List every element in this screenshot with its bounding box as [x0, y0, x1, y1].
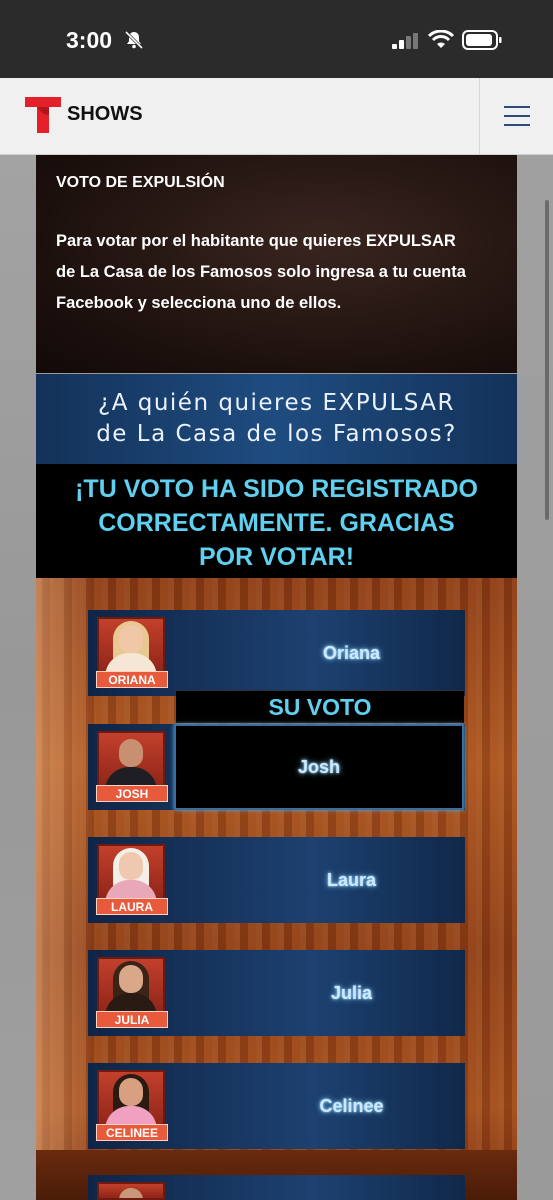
- contestant-tag: LAURA: [96, 898, 168, 915]
- photo-face: [119, 1078, 143, 1106]
- vote-confirmation: ¡TU VOTO HA SIDO REGISTRADO CORRECTAMENT…: [36, 464, 517, 578]
- vote-info-title: VOTO DE EXPULSIÓN: [56, 174, 225, 191]
- contestant-photo: [97, 731, 165, 791]
- contestant-card-next[interactable]: [88, 1175, 465, 1200]
- contestant-card-laura[interactable]: LAURA Laura: [88, 837, 465, 923]
- hamburger-menu-button[interactable]: [479, 78, 553, 154]
- confirmation-line-1: ¡TU VOTO HA SIDO REGISTRADO: [75, 475, 478, 503]
- bell-muted-icon: [124, 30, 144, 50]
- vote-info-text: Para votar por el habitante que quieres …: [56, 232, 466, 312]
- stage-light: [36, 578, 96, 1200]
- contestant-name: Celinee: [319, 1095, 384, 1116]
- battery-icon: [462, 30, 502, 50]
- telemundo-logo-icon[interactable]: [25, 97, 61, 133]
- scrollbar[interactable]: [545, 200, 549, 520]
- contestant-card-julia[interactable]: JULIA Julia: [88, 950, 465, 1036]
- confirmation-line-2: CORRECTAMENTE. GRACIAS: [98, 509, 455, 537]
- photo-face: [119, 1188, 143, 1198]
- contestant-card-oriana[interactable]: ORIANA Oriana: [88, 610, 465, 696]
- question-line-2: de La Casa de los Famosos?: [96, 421, 457, 447]
- contestant-photo: [97, 1182, 165, 1200]
- contestant-name: Josh: [297, 756, 340, 777]
- contestant-name: Laura: [326, 869, 377, 890]
- confirmation-line-3: POR VOTAR!: [198, 543, 355, 571]
- contestant-photo: [97, 957, 165, 1017]
- signal-icon: [392, 33, 418, 49]
- photo-face: [119, 625, 143, 653]
- your-vote-banner: SU VOTO: [176, 690, 464, 723]
- contestant-name: Julia: [330, 982, 373, 1003]
- contestant-tag: ORIANA: [96, 671, 168, 688]
- contestant-tag: JOSH: [96, 785, 168, 802]
- page-margin-left: [0, 155, 36, 1200]
- question-heading: ¿A quién quieres EXPULSAR de La Casa de …: [36, 374, 517, 464]
- contestant-tag: JULIA: [96, 1011, 168, 1028]
- status-bar: 3:00: [0, 0, 553, 78]
- contestant-tag: CELINEE: [96, 1124, 168, 1141]
- status-time: 3:00: [66, 27, 113, 53]
- wifi-icon: [428, 30, 454, 48]
- contestant-name: Oriana: [322, 642, 381, 663]
- photo-face: [119, 739, 143, 767]
- menu-line-icon: [504, 106, 530, 108]
- photo-face: [119, 852, 143, 880]
- menu-line-icon: [504, 115, 530, 117]
- photo-face: [119, 965, 143, 993]
- vote-info-panel: VOTO DE EXPULSIÓN Para votar por el habi…: [36, 155, 517, 373]
- menu-line-icon: [504, 124, 530, 126]
- question-line-1: ¿A quién quieres EXPULSAR: [97, 390, 456, 416]
- contestant-photo: [97, 617, 165, 677]
- selected-vote-box: Josh: [174, 724, 464, 810]
- brand-label[interactable]: SHOWS: [67, 103, 143, 126]
- contestant-photo: [97, 844, 165, 904]
- contestant-card-celinee[interactable]: CELINEE Celinee: [88, 1063, 465, 1149]
- contestant-photo: [97, 1070, 165, 1130]
